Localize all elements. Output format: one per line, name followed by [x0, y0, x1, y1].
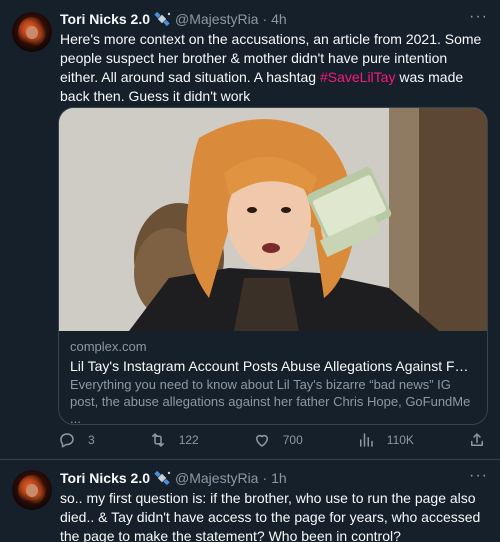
- tweet[interactable]: Tori Nicks 2.0 @MajestyRia · 1h ··· so..…: [0, 460, 500, 542]
- tweet-content: Tori Nicks 2.0 @MajestyRia · 4h ··· Here…: [60, 9, 488, 106]
- retweet-icon: [151, 433, 164, 447]
- tweet-text: Here's more context on the accusations, …: [60, 30, 488, 106]
- card-meta: complex.com Lil Tay's Instagram Account …: [59, 331, 487, 425]
- tweet[interactable]: Tori Nicks 2.0 @MajestyRia · 4h ··· Here…: [0, 0, 500, 460]
- display-name[interactable]: Tori Nicks 2.0: [60, 10, 150, 28]
- timestamp[interactable]: 4h: [271, 10, 287, 28]
- more-icon[interactable]: ···: [469, 9, 488, 25]
- reply-count: 3: [88, 433, 95, 447]
- handle[interactable]: @MajestyRia: [175, 469, 258, 487]
- reply-button[interactable]: 3: [58, 431, 95, 449]
- card-image: [59, 108, 487, 331]
- action-bar: 3 122 700 110K: [58, 430, 486, 450]
- views-count: 110K: [386, 433, 414, 447]
- card-title[interactable]: Lil Tay's Instagram Account Posts Abuse …: [70, 357, 476, 375]
- share-button[interactable]: [468, 431, 486, 449]
- link-card[interactable]: complex.com Lil Tay's Instagram Account …: [58, 107, 488, 425]
- share-icon: [470, 433, 483, 446]
- avatar[interactable]: [12, 470, 52, 510]
- tweet-text: so.. my first question is: if the brothe…: [60, 490, 481, 542]
- card-description: Everything you need to know about Lil Ta…: [70, 377, 471, 425]
- tweet-header: Tori Nicks 2.0 @MajestyRia · 1h: [60, 469, 488, 487]
- more-icon[interactable]: ···: [469, 468, 488, 484]
- views-button[interactable]: 110K: [357, 431, 414, 449]
- separator-dot: ·: [262, 11, 268, 27]
- timestamp[interactable]: 1h: [271, 469, 287, 487]
- card-domain: complex.com: [70, 339, 147, 354]
- retweet-count: 122: [178, 433, 199, 447]
- handle[interactable]: @MajestyRia: [175, 10, 258, 28]
- satellite-badge-icon: [154, 470, 171, 486]
- like-count: 700: [282, 433, 303, 447]
- tweet-header: Tori Nicks 2.0 @MajestyRia · 4h: [60, 10, 488, 28]
- reply-icon: [60, 433, 74, 448]
- views-icon: [359, 433, 373, 447]
- separator-dot: ·: [262, 470, 268, 486]
- retweet-button[interactable]: 122: [149, 431, 199, 449]
- like-button[interactable]: 700: [253, 431, 303, 449]
- tweet-content: Tori Nicks 2.0 @MajestyRia · 1h ··· so..…: [60, 468, 488, 542]
- display-name[interactable]: Tori Nicks 2.0: [60, 469, 150, 487]
- like-icon: [255, 434, 268, 447]
- satellite-badge-icon: [154, 11, 171, 27]
- hashtag-link[interactable]: #SaveLilTay: [320, 69, 396, 85]
- avatar[interactable]: [12, 12, 52, 52]
